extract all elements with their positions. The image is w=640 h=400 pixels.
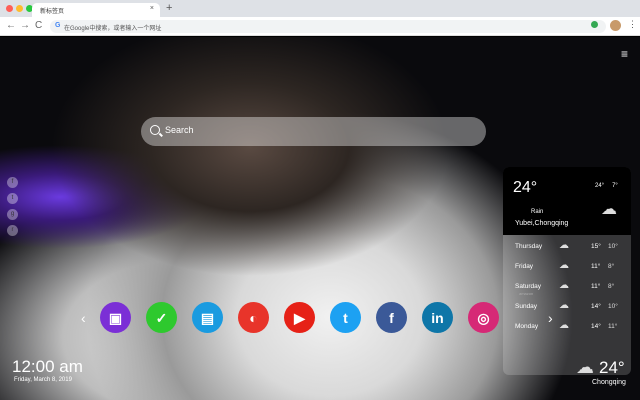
menu-icon[interactable]: ≡: [621, 47, 628, 61]
bottom-weather-city: Chongqing: [592, 379, 626, 386]
weather-temperature: 24°: [513, 179, 538, 196]
new-tab-page: ≡ f t g r ‹ ▣✓▤◐▶tfin◎ › 24° 24°7° ☁ Rai…: [0, 37, 640, 400]
forecast-row: Monday ☁ 14° 11°: [503, 317, 631, 336]
search-input[interactable]: [165, 125, 465, 135]
forecast-low: 8°: [608, 263, 615, 270]
forecast-row: Sunday ☁ 14° 10°: [503, 297, 631, 316]
app-shortcut-instagram[interactable]: ◎: [468, 302, 499, 333]
reload-button[interactable]: C: [35, 20, 42, 32]
weather-high: 24°: [595, 183, 605, 189]
app-shortcut-tasks[interactable]: ✓: [146, 302, 177, 333]
forecast-high: 14°: [591, 323, 601, 330]
weather-low: 7°: [612, 183, 618, 189]
forecast-high: 11°: [591, 283, 601, 290]
new-tab-button[interactable]: +: [166, 2, 172, 14]
linkedin-icon: in: [431, 309, 444, 326]
forward-button[interactable]: →: [20, 20, 30, 32]
twitter-icon[interactable]: t: [7, 193, 18, 204]
facebook-icon[interactable]: f: [7, 177, 18, 188]
browser-menu-icon[interactable]: ⋮: [628, 19, 637, 30]
forecast-footer-text: amazon: [519, 291, 534, 296]
photo-editor-icon: ▣: [108, 309, 123, 326]
back-button[interactable]: ←: [6, 20, 16, 32]
twitter-icon: t: [343, 309, 348, 326]
weather-header: 24° 24° 7° ☁ Rain Yubei,Chongqing: [503, 167, 631, 235]
weather-hi-lo: 24° 7°: [595, 183, 626, 189]
forecast-row: Saturday ☁ 11° 8° amazon: [503, 277, 631, 296]
google-plus-icon[interactable]: g: [7, 209, 18, 220]
tab-bar: 新标签页 × +: [0, 0, 640, 17]
forecast-high: 11°: [591, 263, 601, 270]
forecast-cloud-icon: ☁: [559, 260, 569, 271]
close-window-button[interactable]: [6, 5, 13, 12]
forecast-high: 15°: [591, 243, 601, 250]
address-placeholder: 在Google中搜索，或者输入一个网址: [64, 26, 162, 32]
forecast-day: Saturday: [515, 283, 542, 290]
clock-time: 12:00 am: [12, 357, 83, 376]
clock-date: Friday, March 8, 2019: [14, 377, 72, 383]
extension-icon[interactable]: [591, 21, 598, 28]
bottom-weather-temperature: 24°: [599, 358, 625, 377]
forecast-row: Friday ☁ 11° 8°: [503, 257, 631, 276]
google-icon: G: [55, 22, 61, 29]
cloud-icon: ☁: [576, 357, 594, 377]
weather-condition: Rain: [531, 209, 544, 215]
facebook-icon: f: [389, 309, 394, 326]
notes-icon: ▤: [200, 309, 215, 326]
forecast-cloud-icon: ☁: [559, 240, 569, 251]
address-bar[interactable]: G 在Google中搜索，或者输入一个网址: [50, 20, 606, 33]
forecast-day: Monday: [515, 323, 539, 330]
forecast-day: Thursday: [515, 243, 543, 250]
forecast-low: 11°: [608, 323, 618, 330]
tab-title: 新标签页: [40, 9, 65, 15]
forecast-low: 8°: [608, 283, 615, 290]
forecast-day: Friday: [515, 263, 534, 270]
weather-card[interactable]: 24° 24° 7° ☁ Rain Yubei,Chongqing Thursda…: [503, 167, 631, 375]
app-shortcut-notes[interactable]: ▤: [192, 302, 223, 333]
app-shortcut-photo-editor[interactable]: ▣: [100, 302, 131, 333]
rain-cloud-icon: ☁: [601, 201, 617, 218]
reddit-icon[interactable]: r: [7, 225, 18, 236]
weather-location: Yubei,Chongqing: [515, 220, 569, 227]
app-shortcut-youtube[interactable]: ▶: [284, 302, 315, 333]
forecast-high: 14°: [591, 303, 601, 310]
app-shortcut-game[interactable]: ◐: [238, 302, 269, 333]
tab-close-icon[interactable]: ×: [150, 5, 154, 12]
youtube-icon: ▶: [294, 309, 305, 326]
prev-arrow-icon[interactable]: ‹: [81, 310, 86, 326]
instagram-icon: ◎: [477, 309, 490, 326]
profile-avatar[interactable]: [610, 20, 621, 31]
app-shortcut-facebook[interactable]: f: [376, 302, 407, 333]
forecast-cloud-icon: ☁: [559, 280, 569, 291]
minimize-window-button[interactable]: [16, 5, 23, 12]
search-box[interactable]: [141, 117, 486, 146]
browser-toolbar: ← → C G 在Google中搜索，或者输入一个网址 ⋮: [0, 17, 640, 36]
forecast-low: 10°: [608, 243, 618, 250]
forecast-day: Sunday: [515, 303, 538, 310]
browser-tab[interactable]: 新标签页 ×: [32, 3, 160, 17]
forecast-cloud-icon: ☁: [559, 300, 569, 311]
search-icon: [150, 125, 160, 135]
tasks-icon: ✓: [155, 309, 168, 326]
forecast-row: Thursday ☁ 15° 10°: [503, 237, 631, 256]
forecast-low: 10°: [608, 303, 618, 310]
app-shortcut-linkedin[interactable]: in: [422, 302, 453, 333]
app-shortcut-twitter[interactable]: t: [330, 302, 361, 333]
game-icon: ◐: [249, 309, 258, 326]
forecast-cloud-icon: ☁: [559, 320, 569, 331]
